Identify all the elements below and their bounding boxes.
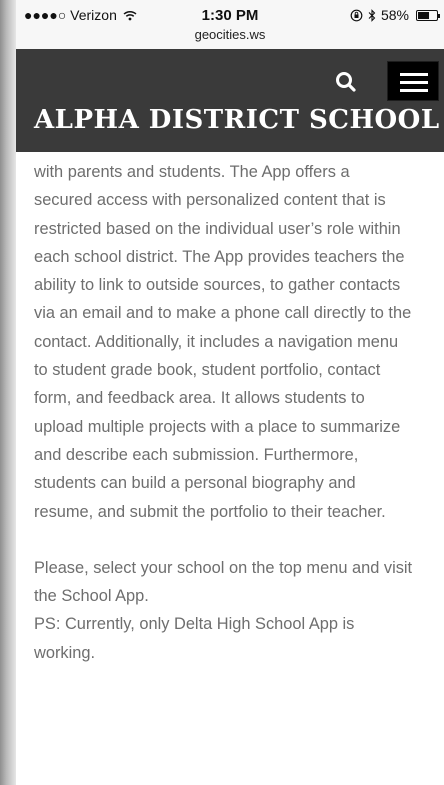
address-bar-url[interactable]: geocities.ws — [16, 27, 444, 42]
ps-note: PS: Currently, only Delta High School Ap… — [34, 610, 440, 667]
intro-paragraph-line: and describe each submission. Furthermor… — [34, 445, 359, 464]
menu-button[interactable] — [387, 61, 439, 101]
hamburger-menu-icon-middle — [400, 81, 428, 84]
battery-icon — [416, 9, 440, 21]
intro-paragraph-line: ability to link to outside sources, to g… — [34, 276, 401, 295]
intro-paragraph-line: resume, and submit the portfolio to thei… — [34, 502, 386, 521]
intro-paragraph-line: with parents and students. The App offer… — [34, 163, 350, 181]
ps-note-line: PS: Currently, only Delta High School Ap… — [34, 615, 355, 634]
ps-note-line: working. — [34, 643, 96, 662]
main-content: with parents and students. The App offer… — [34, 158, 440, 667]
search-icon — [336, 72, 356, 92]
search-button[interactable] — [332, 68, 360, 96]
bluetooth-icon — [368, 8, 376, 22]
hamburger-menu-icon-bottom — [400, 89, 428, 92]
battery-fill — [418, 11, 429, 19]
intro-paragraph-line: each school district. The App provides t… — [34, 247, 405, 266]
instruction-paragraph-line: the School App. — [34, 587, 149, 606]
instruction-paragraph-line: Please, select your school on the top me… — [34, 558, 413, 577]
intro-paragraph-line: via an email and to make a phone call di… — [34, 304, 412, 323]
intro-paragraph-line: upload multiple projects with a place to… — [34, 417, 401, 436]
intro-paragraph-line: secured access with personalized content… — [34, 191, 386, 210]
hamburger-menu-icon — [400, 73, 428, 76]
status-right: 58% — [350, 7, 440, 23]
intro-paragraph-line: students can build a personal biography … — [34, 474, 356, 493]
orientation-lock-icon — [350, 9, 363, 21]
site-title[interactable]: ALPHA DISTRICT SCHOOL — [34, 105, 440, 135]
intro-paragraph-line: restricted based on the individual user’… — [34, 219, 401, 238]
status-bar: ●●●●○ Verizon 1:30 PM geocities.ws 58% — [16, 0, 444, 49]
instruction-paragraph: Please, select your school on the top me… — [34, 554, 440, 611]
phone-screen: ●●●●○ Verizon 1:30 PM geocities.ws 58% A… — [16, 0, 444, 785]
device-bezel — [0, 0, 16, 785]
site-header: ALPHA DISTRICT SCHOOL — [16, 49, 444, 152]
intro-paragraph-line: contact. Additionally, it includes a nav… — [34, 332, 399, 351]
intro-paragraph-line: form, and feedback area. It allows stude… — [34, 389, 365, 408]
intro-paragraph: with parents and students. The App offer… — [34, 158, 440, 526]
intro-paragraph-line: to student grade book, student portfolio… — [34, 361, 381, 380]
battery-percent: 58% — [380, 7, 409, 23]
